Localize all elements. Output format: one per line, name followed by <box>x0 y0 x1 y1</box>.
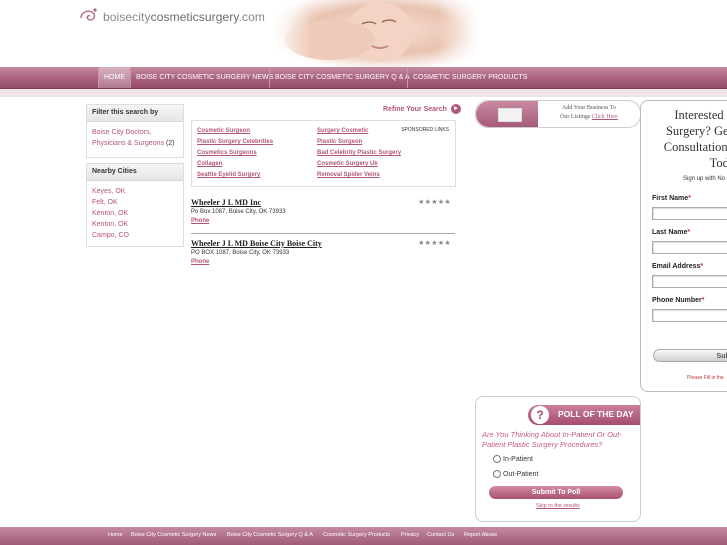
listing-address: PO BOX 1087, Boise City, OK 73933 <box>191 250 290 256</box>
listing-divider <box>191 233 455 234</box>
sponsored-link[interactable]: Seattle Eyelid Surgery <box>197 172 260 178</box>
nav-home[interactable]: HOME <box>98 67 130 88</box>
sponsored-link[interactable]: Collagen <box>197 161 222 167</box>
nav-cosmetic-surgery-qa[interactable]: BOISE CITY COSMETIC SURGERY Q & A <box>269 67 415 88</box>
poll-option-inpatient[interactable]: In-Patient <box>493 455 533 463</box>
add-business-banner[interactable]: Add Your Business To Our Listings Click … <box>475 100 641 128</box>
sponsored-link[interactable]: Cosmetic Surgery Uk <box>317 161 378 167</box>
logo-text: boisecitycosmeticsurgery.com <box>103 10 265 24</box>
nearby-city-link[interactable]: Felt, OK <box>87 197 183 208</box>
poll-option-outpatient[interactable]: Out-Patient <box>493 470 538 478</box>
radio-button[interactable] <box>493 470 501 478</box>
poll-question: Are You Thinking About In-Patient Or Out… <box>482 430 622 449</box>
footer-link-news[interactable]: Boise City Cosmetic Surgery News <box>131 532 216 538</box>
question-mark-icon: ? <box>531 406 549 424</box>
sponsored-link[interactable]: Surgery Cosmetic <box>317 128 368 134</box>
first-name-label: First Name* <box>652 195 691 202</box>
filter-count: (2) <box>165 140 175 147</box>
submit-poll-button[interactable]: Submit To Poll <box>489 486 623 499</box>
nav-cosmetic-surgery-news[interactable]: BOISE CITY COSMETIC SURGERY NEWS <box>130 67 278 88</box>
filter-link-doctors[interactable]: Boise City Doctors, Physicians & Surgeon… <box>87 127 183 149</box>
listing-phone-link[interactable]: Phone <box>191 218 455 224</box>
site-footer: Home Boise City Cosmetic Surgery News Bo… <box>0 527 727 545</box>
phone-input[interactable] <box>652 309 727 322</box>
footer-link-privacy[interactable]: Privacy <box>401 532 419 538</box>
last-name-label: Last Name* <box>652 229 691 236</box>
listing-item: Wheeler J L MD Boise City Boise City ★★★… <box>191 239 455 265</box>
main-nav: HOME BOISE CITY COSMETIC SURGERY NEWS BO… <box>0 67 727 89</box>
form-submit-button[interactable]: Subm <box>653 349 727 362</box>
consultation-form: Interested Surgery? Get Consultation i T… <box>640 100 727 392</box>
listing-name[interactable]: Wheeler J L MD Inc <box>191 198 455 207</box>
listing-name[interactable]: Wheeler J L MD Boise City Boise City <box>191 239 455 248</box>
subnav-strip <box>0 89 727 97</box>
first-name-input[interactable] <box>652 207 727 220</box>
refine-search-label: Refine Your Search <box>383 105 447 113</box>
form-headline: Interested Surgery? Get Consultation i T… <box>663 108 727 170</box>
rating-stars: ★★★★★ <box>418 199 451 206</box>
form-subheading: Sign up with No <box>683 176 726 182</box>
form-note: Please Fill in the <box>687 375 724 381</box>
nearby-cities-title: Nearby Cities <box>87 164 183 181</box>
nearby-city-link[interactable]: Campo, CO <box>87 230 183 241</box>
business-card-icon <box>498 108 522 122</box>
nearby-city-link[interactable]: Kenton, OK <box>87 208 183 219</box>
sponsored-link[interactable]: Removal Spider Veins <box>317 172 380 178</box>
nearby-city-link[interactable]: Keyes, OK <box>87 186 183 197</box>
filter-box: Filter this search by Boise City Doctors… <box>86 104 184 158</box>
email-input[interactable] <box>652 275 727 288</box>
radio-button[interactable] <box>493 455 501 463</box>
listing-item: Wheeler J L MD Inc ★★★★★ Po Box 1087, Bo… <box>191 198 455 224</box>
poll-box: ? POLL OF THE DAY Are You Thinking About… <box>475 396 641 522</box>
listing-phone-link[interactable]: Phone <box>191 259 455 265</box>
poll-title: POLL OF THE DAY <box>558 409 634 419</box>
footer-link-products[interactable]: Cosmetic Surgery Products <box>323 532 390 538</box>
skip-to-results-link[interactable]: Skip to the results <box>536 503 580 509</box>
arrow-right-icon: ▸ <box>450 104 461 114</box>
sponsored-links-box: SPONSORED LINKS Cosmetic Surgeon Plastic… <box>191 120 456 187</box>
add-business-text: Add Your Business To Our Listings Click … <box>560 105 618 120</box>
sponsored-link[interactable]: Cosmetic Surgeon <box>197 128 250 134</box>
sponsored-link[interactable]: Plastic Surgeon <box>317 139 362 145</box>
footer-link-home[interactable]: Home <box>108 532 123 538</box>
nearby-cities-box: Nearby Cities Keyes, OK Felt, OK Kenton,… <box>86 163 184 247</box>
filter-title: Filter this search by <box>87 105 183 122</box>
footer-link-qa[interactable]: Boise City Cosmetic Surgery Q & A <box>227 532 313 538</box>
nearby-city-link[interactable]: Kenton, OK <box>87 219 183 230</box>
sponsored-link[interactable]: Plastic Surgery Celebrities <box>197 139 273 145</box>
site-logo[interactable]: boisecitycosmeticsurgery.com <box>78 6 265 28</box>
sponsored-label: SPONSORED LINKS <box>401 127 449 133</box>
site-header: boisecitycosmeticsurgery.com <box>0 0 727 67</box>
nav-cosmetic-surgery-products[interactable]: COSMETIC SURGERY PRODUCTS <box>407 67 532 88</box>
logo-swirl-icon <box>80 8 97 21</box>
click-here-link[interactable]: Click Here <box>592 114 618 120</box>
listing-address: Po Box 1087, Boise City, OK 73933 <box>191 209 286 215</box>
sponsored-link[interactable]: Bad Celebrity Plastic Surgery <box>317 150 401 156</box>
rating-stars: ★★★★★ <box>418 240 451 247</box>
last-name-input[interactable] <box>652 241 727 254</box>
footer-link-report-abuse[interactable]: Report Abuse <box>464 532 497 538</box>
hero-photo <box>270 0 480 67</box>
footer-link-contact[interactable]: Contact Us <box>427 532 454 538</box>
refine-search-link[interactable]: Refine Your Search ▸ <box>383 104 461 114</box>
sponsored-link[interactable]: Cosmetics Surgeons <box>197 150 257 156</box>
phone-label: Phone Number* <box>652 297 705 304</box>
email-label: Email Address* <box>652 263 704 270</box>
